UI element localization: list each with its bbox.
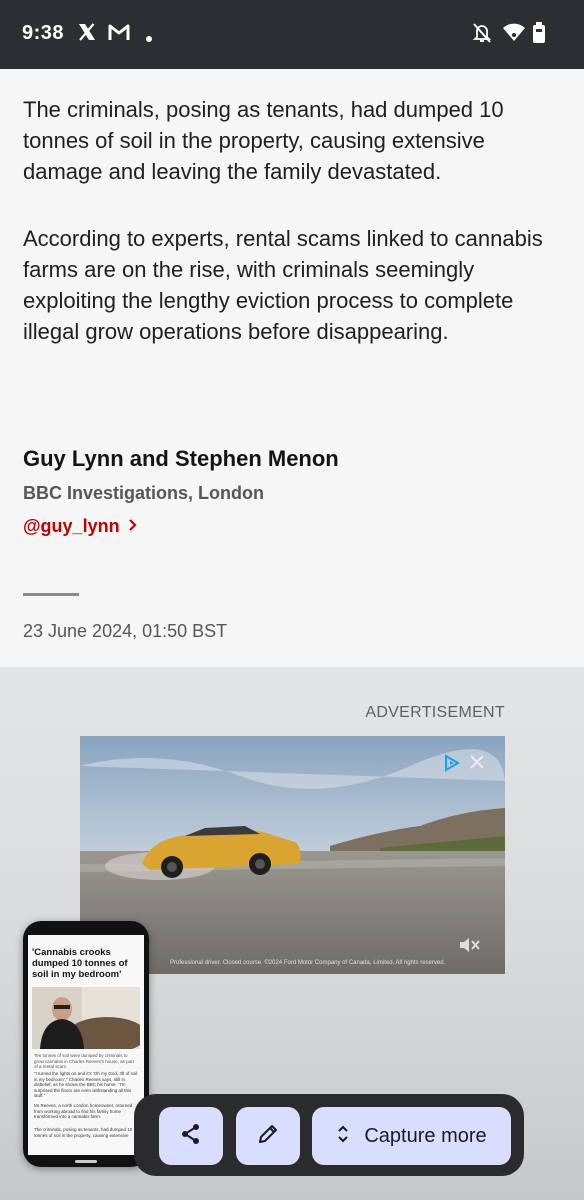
chevron-right-icon: [128, 516, 138, 537]
status-bar: 9:38: [0, 0, 584, 69]
preview-photo: [32, 987, 144, 1053]
share-button[interactable]: [159, 1107, 223, 1165]
divider: [23, 593, 79, 596]
preview-headline: 'Cannabis crooks dumped 10 tonnes of soi…: [32, 947, 128, 980]
edit-button[interactable]: [236, 1107, 300, 1165]
capture-more-button[interactable]: Capture more: [312, 1107, 511, 1165]
home-indicator: [75, 1160, 97, 1163]
status-time: 9:38: [22, 22, 65, 44]
dot-icon: [145, 30, 153, 48]
share-icon: [180, 1123, 202, 1150]
author-name: Guy Lynn and Stephen Menon: [23, 446, 339, 471]
preview-caption: Ten tonnes of soil were dumped by crimin…: [34, 1053, 134, 1069]
bell-off-icon: [472, 22, 492, 49]
expand-vertical-icon: [336, 1123, 350, 1150]
wifi-icon: [502, 22, 526, 47]
article-paragraph: According to experts, rental scams linke…: [23, 226, 543, 344]
screenshot-toolbar: Capture more: [134, 1094, 524, 1176]
preview-paragraph: "I turned the lights on and it's 'Oh my …: [34, 1071, 138, 1098]
author-handle-text: @guy_lynn: [23, 516, 120, 536]
screenshot-preview[interactable]: 'Cannabis crooks dumped 10 tonnes of soi…: [23, 921, 149, 1167]
ad-close-icon[interactable]: [469, 754, 485, 770]
mute-icon[interactable]: [459, 938, 481, 952]
article-body: The criminals, posing as tenants, had du…: [0, 69, 584, 667]
publish-date: 23 June 2024, 01:50 BST: [23, 621, 228, 641]
gmail-icon: [108, 22, 130, 47]
preview-paragraph: Mr Reeves, a north London homeowner, ret…: [34, 1103, 133, 1119]
battery-icon: [532, 22, 546, 49]
advertisement-label: ADVERTISEMENT: [365, 704, 505, 721]
author-twitter-link[interactable]: @guy_lynn: [23, 516, 138, 537]
x-logo-icon: [77, 22, 97, 47]
ad-caption: Professional driver. Closed course. ©202…: [170, 960, 446, 966]
preview-screen: 'Cannabis crooks dumped 10 tonnes of soi…: [28, 935, 144, 1155]
capture-more-label: Capture more: [364, 1124, 487, 1147]
author-organisation: BBC Investigations, London: [23, 483, 264, 503]
article-paragraph: The criminals, posing as tenants, had du…: [23, 97, 504, 184]
preview-paragraph: The criminals, posing as tenants, had du…: [34, 1127, 133, 1138]
adchoices-icon[interactable]: [443, 754, 461, 772]
pencil-icon: [257, 1123, 279, 1150]
